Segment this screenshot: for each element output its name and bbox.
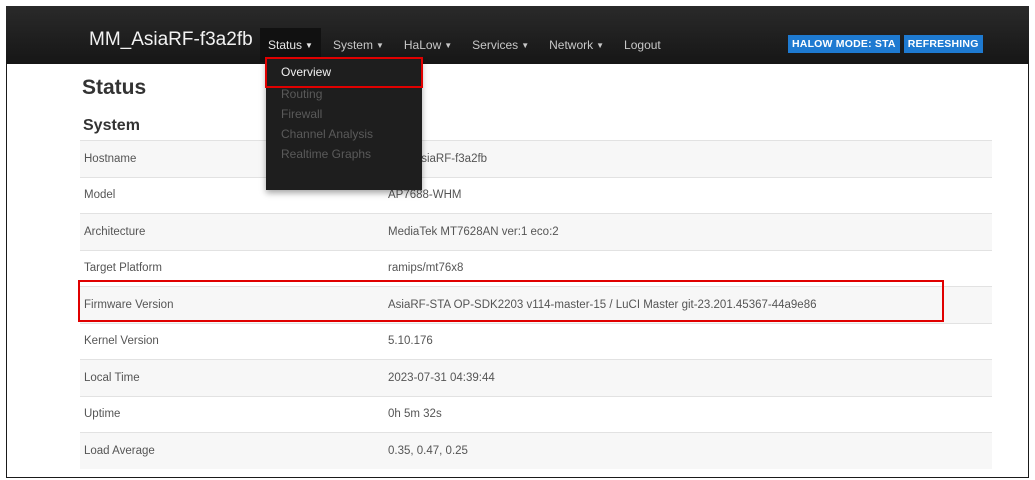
table-row: Kernel Version 5.10.176	[80, 322, 992, 360]
dropdown-item-realtime-graphs[interactable]: Realtime Graphs	[266, 144, 422, 164]
overview-highlight-box	[265, 57, 423, 88]
menu-status-label: Status	[268, 38, 303, 52]
row-key: Kernel Version	[84, 335, 159, 348]
row-value: AP7688-WHM	[388, 189, 462, 202]
caret-down-icon: ▼	[305, 41, 313, 50]
dropdown-item-firewall[interactable]: Firewall	[266, 104, 422, 124]
top-navbar: MM_AsiaRF-f3a2fb Status ▼ System ▼ HaLow ▼ …	[6, 6, 1029, 64]
menu-services-label: Services	[472, 38, 519, 52]
page-title: Status	[82, 76, 147, 99]
row-value: 0.35, 0.47, 0.25	[388, 444, 468, 457]
menu-logout[interactable]: Logout	[624, 28, 661, 62]
row-key: Uptime	[84, 408, 121, 421]
menu-services[interactable]: Services ▼	[472, 28, 529, 62]
menu-halow-label: HaLow	[403, 38, 442, 52]
menu-logout-label: Logout	[624, 38, 661, 52]
row-key: Local Time	[84, 371, 140, 384]
status-badges: HALOW MODE: STA REFRESHING	[788, 35, 983, 53]
row-value: MediaTek MT7628AN ver:1 eco:2	[388, 225, 559, 238]
halow-mode-badge: HALOW MODE: STA	[788, 35, 900, 53]
row-value: 0h 5m 32s	[388, 408, 442, 421]
caret-down-icon: ▼	[375, 41, 384, 50]
menu-network[interactable]: Network ▼	[549, 28, 604, 62]
section-title: System	[83, 117, 140, 134]
row-value: 2023-07-31 04:39:44	[388, 371, 495, 384]
caret-down-icon: ▼	[521, 41, 530, 50]
table-row: Architecture MediaTek MT7628AN ver:1 eco…	[80, 213, 992, 250]
row-value: ramips/mt76x8	[388, 262, 464, 275]
row-value: MM_AsiaRF-f3a2fb	[388, 152, 488, 165]
row-key: Target Platform	[84, 262, 162, 275]
row-key: Architecture	[84, 225, 146, 238]
caret-down-icon: ▼	[444, 41, 453, 50]
menu-system-label: System	[332, 38, 373, 52]
table-row: Hostname MM_AsiaRF-f3a2fb	[80, 140, 992, 177]
table-row: Model AP7688-WHM	[80, 176, 992, 214]
table-row: Load Average 0.35, 0.47, 0.25	[80, 432, 992, 469]
table-row: Local Time 2023-07-31 04:39:44	[80, 359, 992, 396]
table-row: Uptime 0h 5m 32s	[80, 395, 992, 433]
firmware-highlight-box	[78, 280, 944, 322]
caret-down-icon: ▼	[596, 41, 605, 50]
refreshing-badge[interactable]: REFRESHING	[903, 35, 983, 53]
dropdown-item-channel-analysis[interactable]: Channel Analysis	[266, 124, 422, 144]
row-key: Model	[84, 189, 116, 202]
brand-hostname[interactable]: MM_AsiaRF-f3a2fb	[89, 29, 253, 51]
menu-network-label: Network	[549, 38, 594, 52]
row-key: Load Average	[84, 444, 155, 457]
row-value: 5.10.176	[388, 335, 433, 348]
